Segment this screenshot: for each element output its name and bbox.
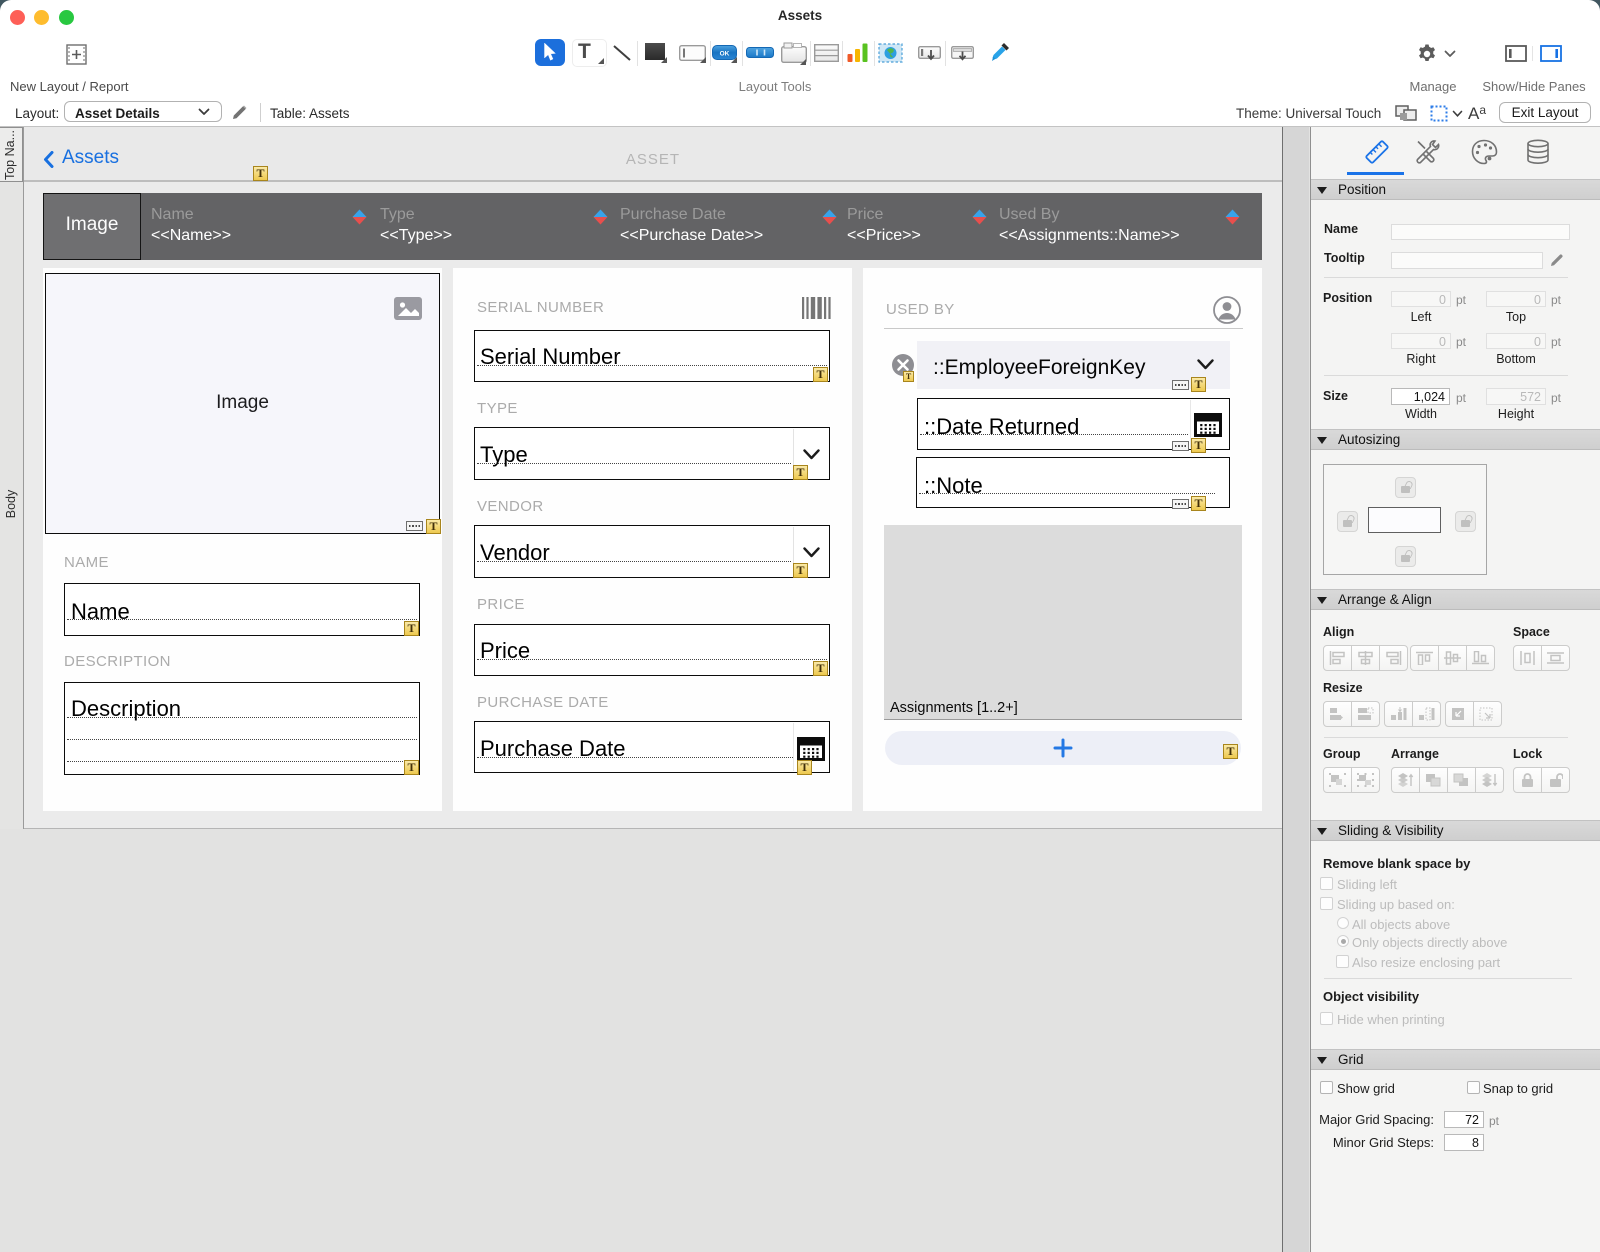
svg-text:OK: OK (720, 51, 730, 58)
